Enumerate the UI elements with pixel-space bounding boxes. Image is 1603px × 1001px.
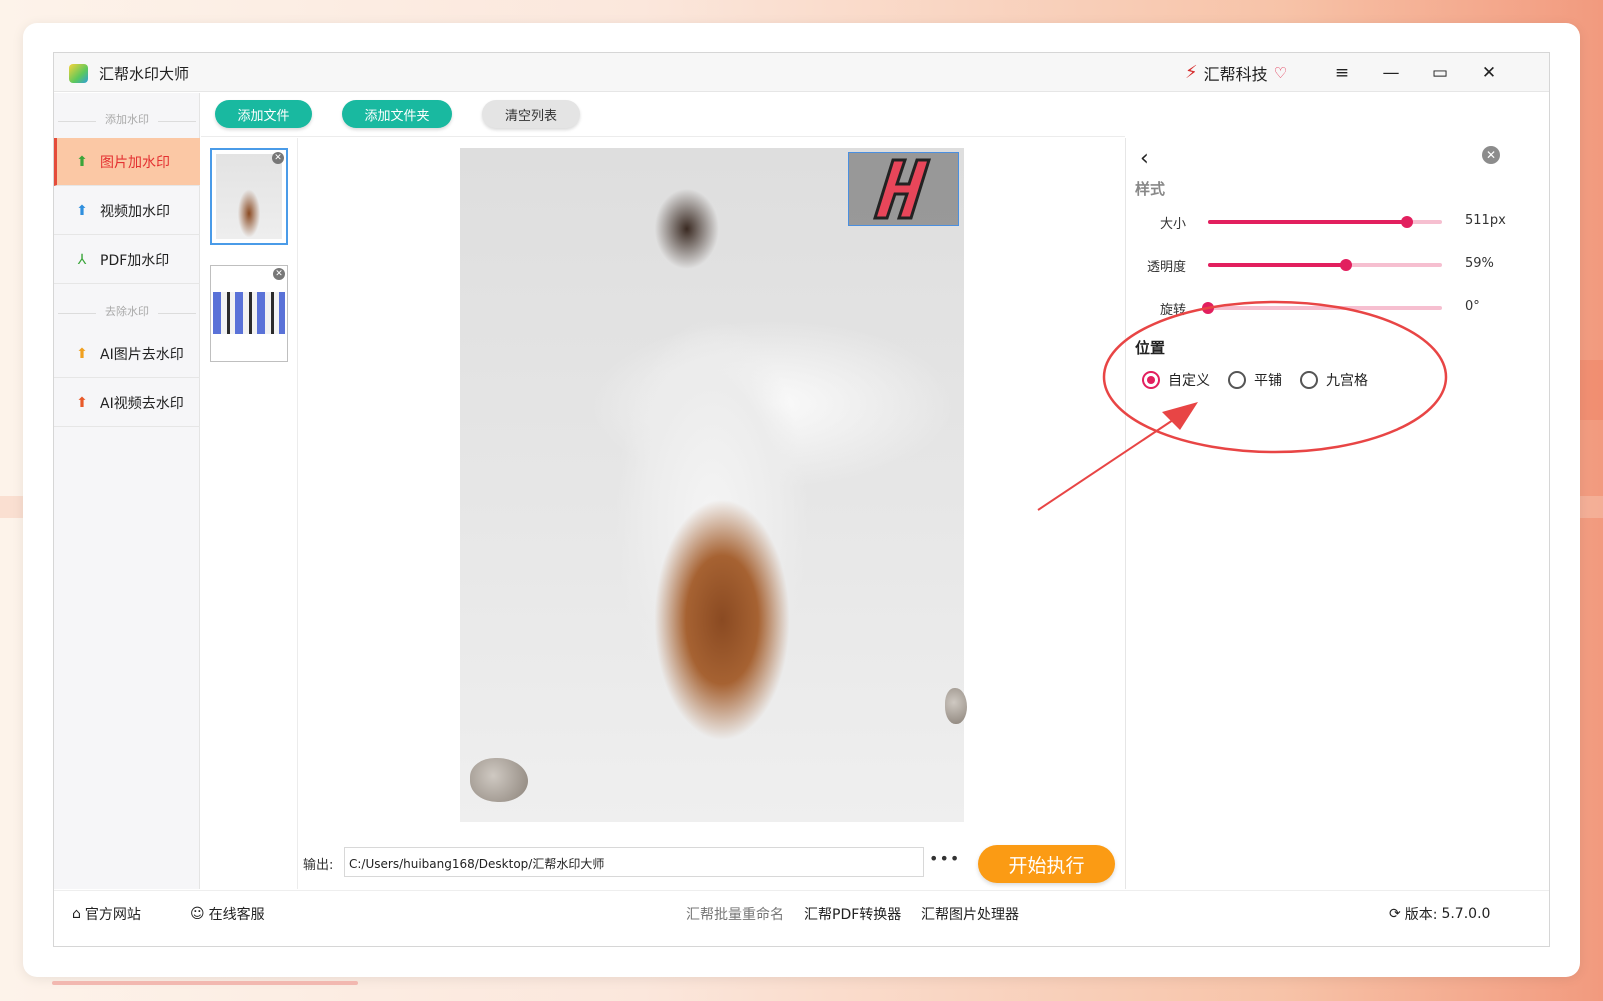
rock [945,688,967,724]
maximize-button[interactable]: ▭ [1427,61,1453,85]
sidebar-item-pdf-watermark[interactable]: ⅄ PDF加水印 [54,236,200,284]
sidebar-item-video-watermark[interactable]: ⬆ 视频加水印 [54,187,200,235]
slider-value: 511px [1465,213,1506,228]
brand-name: 汇帮科技 [1203,65,1268,84]
slider-knob[interactable] [1340,259,1353,271]
website-link[interactable]: ⌂ 官方网站 [72,904,141,924]
minimize-button[interactable]: — [1378,61,1404,85]
brand[interactable]: ⚡ 汇帮科技 ♡ [1185,61,1287,85]
browse-more-button[interactable]: ••• [929,849,960,868]
radio-indicator [1300,371,1318,389]
ai-video-remove-icon: ⬆ [76,394,88,411]
support-link[interactable]: ☺ 在线客服 [190,904,265,924]
card-underline [52,981,358,985]
slider-value: 59% [1465,256,1494,271]
heart-icon: ♡ [1273,64,1288,82]
watermark-overlay[interactable] [848,152,959,226]
refresh-icon[interactable]: ⟳ [1389,906,1401,922]
style-panel: ‹ ✕ 样式 大小 511px 透明度 59% 旋转 0° 位置 自定义 平铺 … [1125,138,1550,889]
back-icon[interactable]: ‹ [1140,146,1149,171]
sidebar-item-label: 图片加水印 [100,154,170,171]
radio-indicator [1228,371,1246,389]
sidebar-item-label: AI视频去水印 [100,395,184,412]
radio-indicator [1142,371,1160,389]
footer-link-image[interactable]: 汇帮图片处理器 [921,904,1019,924]
opacity-slider-row: 透明度 59% [1126,254,1551,275]
image-stamp-icon: ⬆ [76,153,88,170]
menu-icon[interactable]: ≡ [1329,61,1355,85]
app-logo-icon [69,64,88,83]
sidebar-item-label: AI图片去水印 [100,346,184,363]
radio-label: 自定义 [1168,373,1210,389]
sidebar-item-ai-image-remove[interactable]: ⬆ AI图片去水印 [54,330,200,378]
section-label-remove: 去除水印 [54,303,200,323]
close-button[interactable]: ✕ [1476,61,1502,85]
radio-custom[interactable]: 自定义 [1142,370,1210,390]
user-icon: ☺ [190,906,205,922]
slider-label: 旋转 [1159,303,1186,318]
sidebar-item-label: 视频加水印 [100,203,170,220]
thumbnail-image [216,154,282,239]
pdf-icon: ⅄ [77,251,87,268]
thumbnail-image [213,292,285,334]
size-slider-row: 大小 511px [1126,211,1551,232]
clear-list-button[interactable]: 清空列表 [482,100,580,128]
rotation-slider[interactable] [1202,302,1442,314]
remove-thumbnail-icon[interactable]: ✕ [273,268,285,280]
rotation-slider-row: 旋转 0° [1126,297,1551,318]
support-label: 在线客服 [208,907,265,923]
style-title: 样式 [1135,180,1166,198]
preview-image [460,148,967,822]
remove-thumbnail-icon[interactable]: ✕ [272,152,284,164]
brand-logo-icon: ⚡ [1185,62,1198,83]
position-options: 自定义 平铺 九宫格 [1142,370,1368,390]
app-title: 汇帮水印大师 [99,65,190,83]
slider-value: 0° [1465,299,1480,314]
version-info: ⟳ 版本: 5.7.0.0 [1389,904,1490,924]
footer-link-rename[interactable]: 汇帮批量重命名 [686,904,784,924]
footer-link-pdf[interactable]: 汇帮PDF转换器 [804,904,901,924]
rock [470,758,528,802]
radio-nine-grid[interactable]: 九宫格 [1300,370,1368,390]
version-value: 5.7.0.0 [1441,906,1491,922]
home-icon: ⌂ [72,906,81,922]
add-file-button[interactable]: 添加文件 [215,100,312,128]
size-slider[interactable] [1208,216,1442,228]
sidebar-item-image-watermark[interactable]: ⬆ 图片加水印 [54,138,200,186]
radio-label: 九宫格 [1326,373,1368,389]
add-folder-button[interactable]: 添加文件夹 [342,100,452,128]
section-label-add: 添加水印 [54,111,200,131]
position-title: 位置 [1135,339,1166,357]
sidebar-item-label: PDF加水印 [100,252,170,269]
slider-label: 透明度 [1146,260,1186,275]
sidebar-item-ai-video-remove[interactable]: ⬆ AI视频去水印 [54,379,200,427]
website-label: 官方网站 [84,907,141,923]
radio-label: 平铺 [1254,373,1282,389]
title-bar: 汇帮水印大师 ⚡ 汇帮科技 ♡ ≡ — ▭ ✕ [54,53,1549,92]
watermark-logo-icon [872,158,931,220]
close-panel-icon[interactable]: ✕ [1482,146,1500,164]
app-window: 汇帮水印大师 ⚡ 汇帮科技 ♡ ≡ — ▭ ✕ 添加水印 ⬆ 图片加水印 ⬆ 视… [53,52,1550,947]
toolbar: 添加文件 添加文件夹 清空列表 [201,93,1125,137]
footer: ⌂ 官方网站 ☺ 在线客服 汇帮批量重命名 汇帮PDF转换器 汇帮图片处理器 ⟳… [54,890,1549,946]
output-path-field[interactable]: C:/Users/huibang168/Desktop/汇帮水印大师 [344,847,924,877]
video-stamp-icon: ⬆ [76,202,88,219]
slider-knob[interactable] [1202,302,1214,314]
output-row: 输出: C:/Users/huibang168/Desktop/汇帮水印大师 •… [299,845,1125,883]
output-label: 输出: [303,858,334,873]
thumbnail-list: ✕ ✕ [201,138,298,889]
thumbnail-item[interactable]: ✕ [210,148,288,245]
version-label: 版本: [1404,907,1438,923]
slider-knob[interactable] [1400,216,1413,228]
opacity-slider[interactable] [1208,259,1442,271]
radio-tile[interactable]: 平铺 [1228,370,1282,390]
slider-label: 大小 [1159,217,1186,232]
sidebar: 添加水印 ⬆ 图片加水印 ⬆ 视频加水印 ⅄ PDF加水印 去除水印 ⬆ AI图… [54,93,200,889]
start-button[interactable]: 开始执行 [978,845,1115,883]
preview-area [299,138,1125,828]
ai-image-remove-icon: ⬆ [76,345,88,362]
thumbnail-item[interactable]: ✕ [210,265,288,362]
